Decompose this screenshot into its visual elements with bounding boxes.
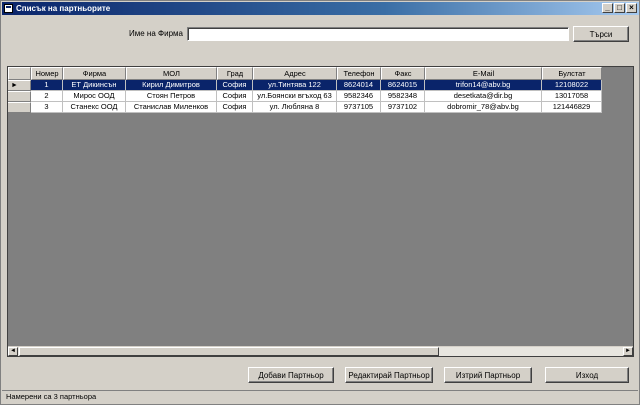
edit-partner-button[interactable]: Редактирай Партньор xyxy=(345,367,433,383)
cell-phone[interactable]: 9582346 xyxy=(337,91,381,102)
horizontal-scrollbar[interactable]: ◄ ► xyxy=(8,346,633,356)
window-title: Списък на партньорите xyxy=(16,4,111,13)
row-header-corner xyxy=(8,67,31,80)
cell-manager[interactable]: Кирил Димитров xyxy=(126,80,217,91)
cell-bulstat[interactable]: 13017058 xyxy=(542,91,602,102)
scroll-thumb[interactable] xyxy=(19,347,439,356)
cell-phone[interactable]: 8624014 xyxy=(337,80,381,91)
cell-company[interactable]: Станекс ООД xyxy=(63,102,126,113)
scroll-right-icon[interactable]: ► xyxy=(623,347,633,356)
cell-city[interactable]: София xyxy=(217,102,253,113)
partners-window: Списък на партньорите _ □ × Име на Фирма… xyxy=(0,0,640,405)
table-row[interactable]: ► 1 ЕТ Дикинсън Кирил Димитров София ул.… xyxy=(8,80,602,91)
cell-number[interactable]: 3 xyxy=(31,102,63,113)
column-header-manager[interactable]: МОЛ xyxy=(126,67,217,80)
row-header[interactable] xyxy=(8,102,31,113)
current-row-marker[interactable]: ► xyxy=(8,80,31,91)
grid-rows: ► 1 ЕТ Дикинсън Кирил Димитров София ул.… xyxy=(8,80,602,113)
table-row[interactable]: 2 Мирос ООД Стоян Петров София ул.Боянск… xyxy=(8,91,602,102)
cell-address[interactable]: ул.Боянски вгъход 63 xyxy=(253,91,337,102)
company-name-input[interactable] xyxy=(187,27,569,41)
column-header-city[interactable]: Град xyxy=(217,67,253,80)
cell-company[interactable]: ЕТ Дикинсън xyxy=(63,80,126,91)
table-row[interactable]: 3 Станекс ООД Станислав Миленков София у… xyxy=(8,102,602,113)
window-controls: _ □ × xyxy=(602,3,637,13)
column-header-company[interactable]: Фирма xyxy=(63,67,126,80)
column-header-number[interactable]: Номер xyxy=(31,67,63,80)
cell-number[interactable]: 1 xyxy=(31,80,63,91)
close-button[interactable]: × xyxy=(626,3,637,13)
cell-manager[interactable]: Стоян Петров xyxy=(126,91,217,102)
cell-city[interactable]: София xyxy=(217,80,253,91)
column-header-email[interactable]: E-Mail xyxy=(425,67,542,80)
row-header[interactable] xyxy=(8,91,31,102)
delete-partner-button[interactable]: Изтрий Партньор xyxy=(444,367,532,383)
cell-bulstat[interactable]: 121446829 xyxy=(542,102,602,113)
cell-fax[interactable]: 9737102 xyxy=(381,102,425,113)
column-header-bulstat[interactable]: Булстат xyxy=(542,67,602,80)
column-header-address[interactable]: Адрес xyxy=(253,67,337,80)
cell-fax[interactable]: 8624015 xyxy=(381,80,425,91)
cell-city[interactable]: София xyxy=(217,91,253,102)
company-name-label: Име на Фирма xyxy=(129,29,183,38)
partners-grid: Номер Фирма МОЛ Град Адрес Телефон Факс … xyxy=(7,66,634,357)
minimize-button[interactable]: _ xyxy=(602,3,613,13)
cell-bulstat[interactable]: 12108022 xyxy=(542,80,602,91)
exit-button[interactable]: Изход xyxy=(545,367,629,383)
search-button[interactable]: Търси xyxy=(573,26,629,42)
cell-address[interactable]: ул. Любляна 8 xyxy=(253,102,337,113)
cell-email[interactable]: trifon14@abv.bg xyxy=(425,80,542,91)
column-header-fax[interactable]: Факс xyxy=(381,67,425,80)
cell-address[interactable]: ул.Тинтява 122 xyxy=(253,80,337,91)
cell-email[interactable]: desetkata@dir.bg xyxy=(425,91,542,102)
cell-number[interactable]: 2 xyxy=(31,91,63,102)
scroll-left-icon[interactable]: ◄ xyxy=(8,347,18,356)
add-partner-button[interactable]: Добави Партньор xyxy=(248,367,334,383)
status-bar: Намерени са 3 партньора xyxy=(2,390,638,403)
maximize-button[interactable]: □ xyxy=(614,3,625,13)
cell-phone[interactable]: 9737105 xyxy=(337,102,381,113)
title-bar: Списък на партньорите _ □ × xyxy=(2,2,639,15)
column-header-phone[interactable]: Телефон xyxy=(337,67,381,80)
app-icon xyxy=(4,4,13,13)
cell-fax[interactable]: 9582348 xyxy=(381,91,425,102)
status-text: Намерени са 3 партньора xyxy=(6,392,97,401)
cell-company[interactable]: Мирос ООД xyxy=(63,91,126,102)
cell-email[interactable]: dobromir_78@abv.bg xyxy=(425,102,542,113)
cell-manager[interactable]: Станислав Миленков xyxy=(126,102,217,113)
grid-header: Номер Фирма МОЛ Град Адрес Телефон Факс … xyxy=(8,67,602,80)
